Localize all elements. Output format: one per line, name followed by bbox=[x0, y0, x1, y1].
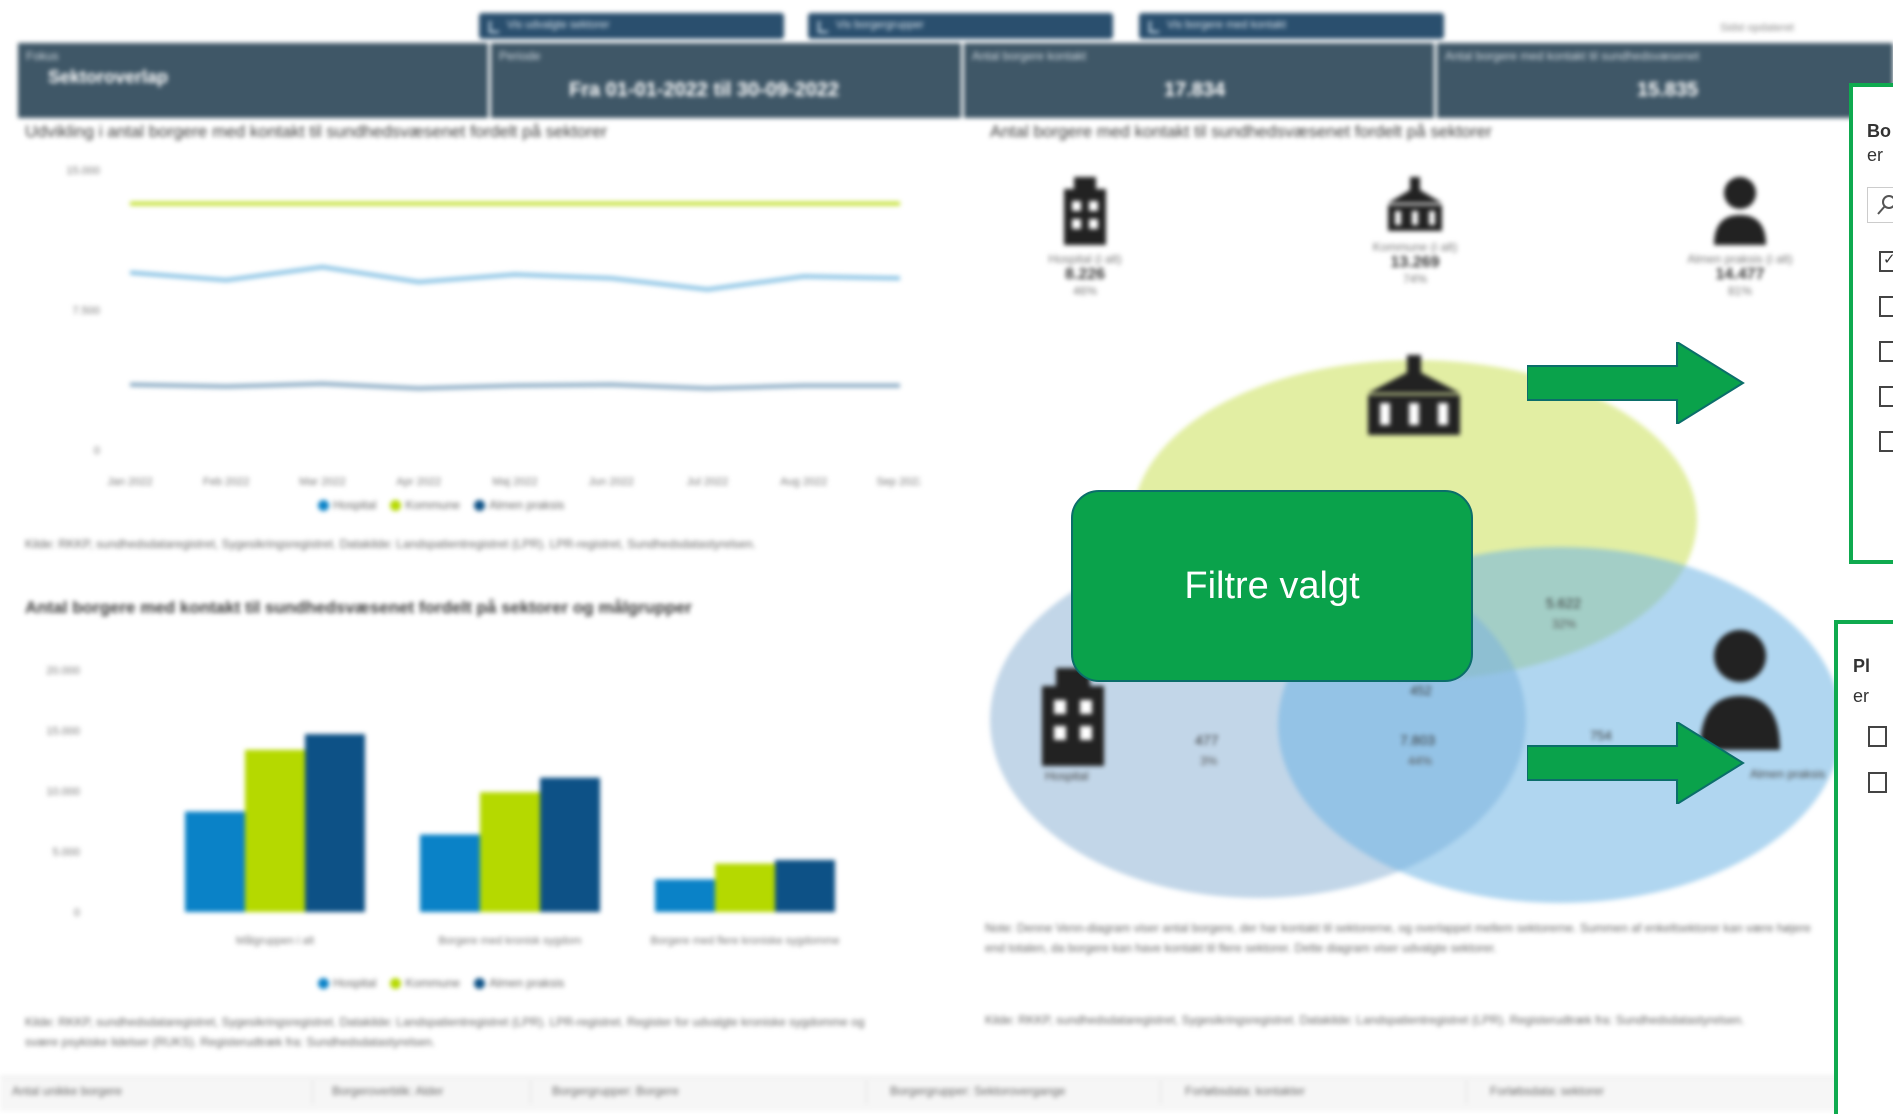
checkbox-option-1[interactable]: ✓ bbox=[1879, 251, 1893, 272]
kpi-total: Antal borgere med kontakt til sundhedsvæ… bbox=[1437, 43, 1893, 118]
bar bbox=[185, 811, 245, 912]
svg-text:32%: 32% bbox=[1552, 617, 1576, 631]
x-tick-label: Borgere med flere kroniske sygdomme bbox=[651, 935, 840, 947]
checkbox-option-2[interactable] bbox=[1879, 296, 1893, 317]
filters-selected-callout: Filtre valgt bbox=[1071, 490, 1473, 682]
checkbox-option-4[interactable] bbox=[1879, 386, 1893, 407]
venn-region-kommune-almen: 5.622 bbox=[1546, 595, 1581, 611]
bar-legend: Hospital Kommune Almen praksis bbox=[318, 976, 564, 990]
y-tick-label: 5.000 bbox=[52, 847, 80, 859]
kpi-focus: Fokus Sektoroverlap bbox=[18, 43, 488, 118]
legend-almen: Almen praksis bbox=[474, 498, 564, 512]
x-tick-label: Jan 2022 bbox=[107, 476, 152, 488]
legend-hospital: Hospital bbox=[318, 976, 376, 990]
x-tick-label: Jun 2022 bbox=[589, 476, 634, 488]
tab-borgergrupper[interactable]: Vis borgergrupper bbox=[808, 13, 1113, 39]
funnel-icon bbox=[489, 21, 499, 33]
y-tick-label: 7.500 bbox=[72, 305, 100, 317]
series-line-0 bbox=[129, 265, 901, 292]
x-tick-label: Borgere med kronisk sygdom bbox=[438, 935, 581, 947]
kpi-count: Antal borgere kontakt 17.834 bbox=[964, 43, 1434, 118]
bar bbox=[655, 879, 715, 912]
bar-chart-source: Kilde: RKKP, sundhedsdataregistret, Syge… bbox=[25, 1015, 865, 1049]
doctor-icon bbox=[1714, 177, 1766, 245]
svg-text:44%: 44% bbox=[1408, 754, 1432, 768]
svg-text:3%: 3% bbox=[1200, 754, 1218, 768]
venn-region-hospital-kommune: 452 bbox=[1410, 683, 1432, 698]
y-tick-label: 0 bbox=[74, 907, 80, 919]
venn-region-all: 7.803 bbox=[1400, 732, 1435, 748]
x-tick-label: Maj 2022 bbox=[492, 476, 537, 488]
bottom-tab-5[interactable]: Forløbsdata: sektorer bbox=[1490, 1084, 1604, 1098]
checkbox-option-1[interactable] bbox=[1868, 726, 1887, 747]
search-field[interactable] bbox=[1867, 187, 1893, 223]
line-chart: 15.000 7.500 0 Jan 2022 Feb 2022 Mar 2022 Apr … bbox=[66, 165, 920, 488]
kpi-period: Periode Fra 01-01-2022 til 30-09-2022 bbox=[491, 43, 961, 118]
x-tick-label: Jul 2022 bbox=[687, 476, 729, 488]
checkbox-option-5[interactable] bbox=[1879, 431, 1893, 452]
x-tick-label: Målgruppen i alt bbox=[236, 935, 314, 947]
checkbox-option-2[interactable] bbox=[1868, 772, 1887, 793]
last-updated-note: Sidst opdateret bbox=[1720, 22, 1794, 34]
venn-source: Kilde: RKKP, sundhedsdataregistret, Syge… bbox=[985, 1013, 1745, 1027]
search-icon bbox=[1877, 195, 1893, 215]
bottom-tab-0[interactable]: Antal unikke borgere bbox=[12, 1084, 122, 1098]
line-legend: Hospital Kommune Almen praksis bbox=[318, 498, 564, 512]
x-tick-label: Mar 2022 bbox=[299, 476, 345, 488]
filter-panel-borgergrupper[interactable]: Bo er ✓ bbox=[1849, 83, 1893, 564]
bar bbox=[245, 749, 305, 912]
legend-hospital: Hospital bbox=[318, 498, 376, 512]
y-tick-label: 20.000 bbox=[46, 665, 80, 677]
legend-kommune: Kommune bbox=[390, 976, 460, 990]
legend-kommune: Kommune bbox=[390, 498, 460, 512]
arrow-right-icon bbox=[1527, 722, 1745, 804]
x-tick-label: Sep 2022 bbox=[876, 476, 920, 488]
y-tick-label: 10.000 bbox=[46, 786, 80, 798]
x-tick-label: Aug 2022 bbox=[780, 476, 827, 488]
x-tick-label: Feb 2022 bbox=[203, 476, 249, 488]
venn-label-hospital: Hospital bbox=[1045, 769, 1088, 783]
venn-title: Antal borgere med kontakt til sundhedsvæ… bbox=[990, 122, 1492, 141]
bottom-tab-1[interactable]: Borgeroverblik: Alder bbox=[332, 1084, 443, 1098]
bar-chart-title: Antal borgere med kontakt til sundhedsvæ… bbox=[25, 598, 692, 617]
bar bbox=[775, 859, 835, 912]
venn-label-almen: Almen praksis bbox=[1750, 767, 1825, 781]
funnel-icon bbox=[818, 21, 828, 33]
filter-panel-placering[interactable]: Pl er bbox=[1834, 620, 1893, 1114]
funnel-icon bbox=[1149, 21, 1159, 33]
y-tick-label: 15.000 bbox=[66, 165, 100, 177]
kommune-summary: Kommune (i alt) 13.269 74% bbox=[1330, 175, 1500, 286]
dashboard-background: Vis udvalgte sektorer Vis borgergrupper … bbox=[0, 0, 1893, 1111]
y-tick-label: 0 bbox=[94, 445, 100, 457]
bottom-tab-3[interactable]: Borgergrupper: Sektorovergange bbox=[890, 1084, 1065, 1098]
y-tick-label: 15.000 bbox=[46, 726, 80, 738]
tab-borgere-med-kontakt[interactable]: Vis borgere med kontakt bbox=[1139, 13, 1444, 39]
line-chart-source: Kilde: RKKP, sundhedsdataregistret, Syge… bbox=[25, 537, 756, 551]
hospital-icon bbox=[1064, 177, 1106, 245]
hospital-summary: Hospital (i alt) 8.226 46% bbox=[1005, 175, 1165, 298]
bar bbox=[715, 863, 775, 912]
tab-udvalgte-sektorer[interactable]: Vis udvalgte sektorer bbox=[479, 13, 784, 39]
series-line-2 bbox=[129, 381, 900, 391]
bar bbox=[480, 792, 540, 912]
line-chart-title: Udvikling i antal borgere med kontakt ti… bbox=[25, 122, 608, 141]
bar bbox=[420, 834, 480, 912]
arrow-right-icon bbox=[1527, 342, 1745, 424]
bar bbox=[305, 734, 365, 912]
legend-almen: Almen praksis bbox=[474, 976, 564, 990]
venn-note: Note: Denne Venn-diagram viser antal bor… bbox=[985, 921, 1811, 955]
venn-region-hospital-only: 477 bbox=[1195, 732, 1219, 748]
x-tick-label: Apr 2022 bbox=[396, 476, 441, 488]
bottom-tab-2[interactable]: Borgergrupper: Borgere bbox=[552, 1084, 679, 1098]
checkbox-option-3[interactable] bbox=[1879, 341, 1893, 362]
bottom-tab-4[interactable]: Forløbsdata: kontakter bbox=[1185, 1084, 1305, 1098]
bar-chart: 20.000 15.000 10.000 5.000 0 Målgruppen i alt… bbox=[46, 665, 840, 947]
almen-praksis-summary: Almen praksis (i alt) 14.477 81% bbox=[1640, 175, 1840, 298]
bar bbox=[540, 777, 600, 912]
town-hall-icon bbox=[1388, 177, 1442, 231]
